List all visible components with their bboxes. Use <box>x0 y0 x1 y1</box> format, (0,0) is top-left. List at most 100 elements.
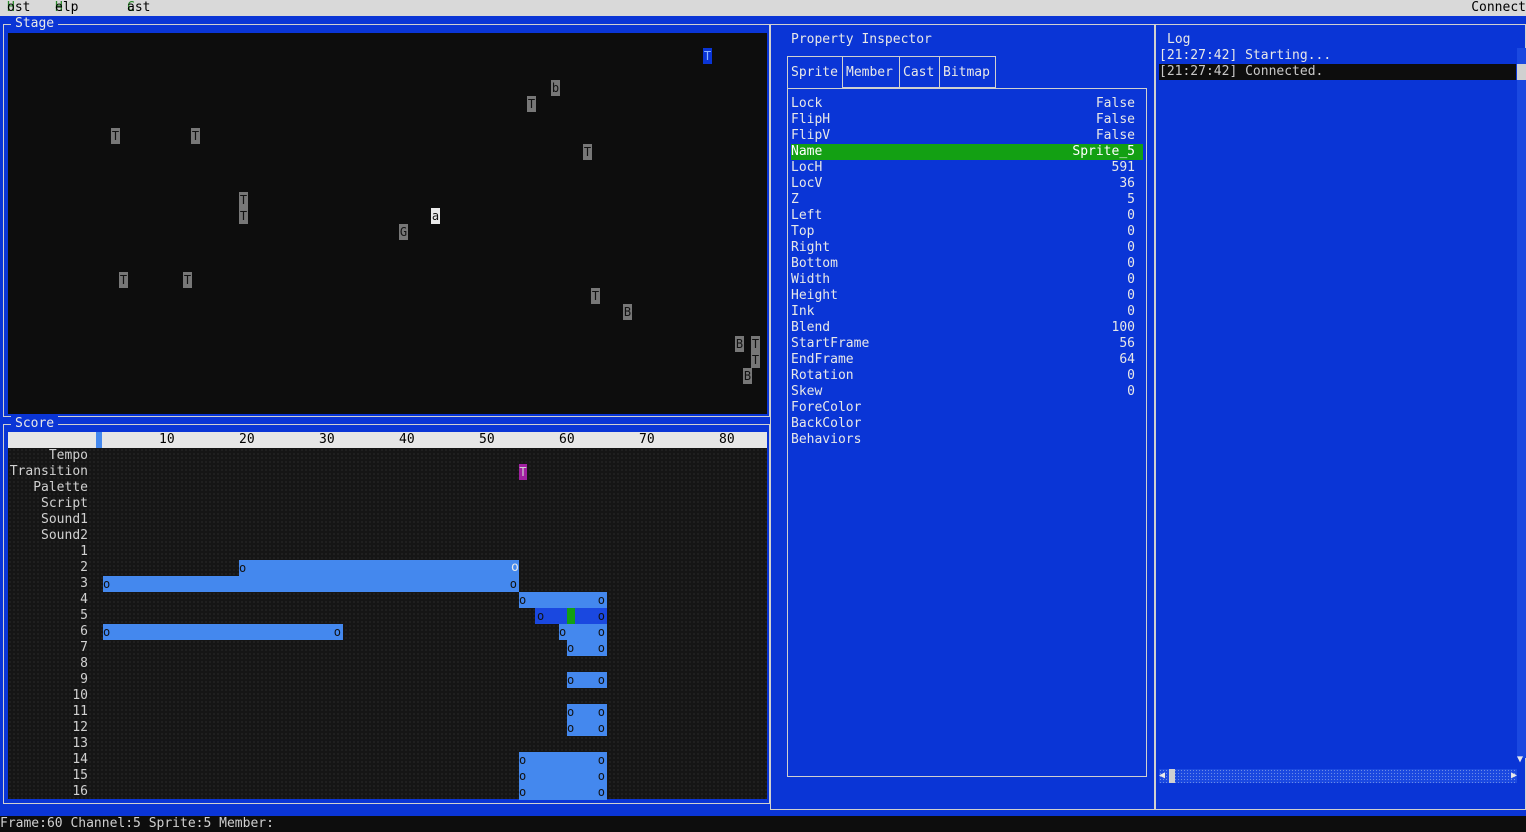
stage-sprite[interactable]: B <box>623 304 632 320</box>
channel-label[interactable]: 14 <box>72 752 88 768</box>
channel-label[interactable]: 12 <box>72 720 88 736</box>
property-row[interactable]: StartFrame 56 <box>791 336 1143 352</box>
stage-sprite[interactable]: T <box>591 288 600 304</box>
stage-canvas[interactable]: T b T T T T T T a G T T T B B T T B <box>8 33 767 414</box>
stage-sprite[interactable]: T <box>191 128 200 144</box>
property-row[interactable]: Blend 100 <box>791 320 1143 336</box>
channel-label[interactable]: 5 <box>80 608 88 624</box>
tab-bitmap[interactable]: Bitmap <box>939 56 996 88</box>
stage-sprite[interactable]: T <box>751 352 760 368</box>
stage-sprite[interactable]: T <box>239 192 248 208</box>
channel-label[interactable]: Transition <box>10 464 88 480</box>
stage-sprite[interactable]: T <box>751 336 760 352</box>
property-row[interactable]: Bottom 0 <box>791 256 1143 272</box>
channel-label[interactable]: Tempo <box>49 448 88 464</box>
scroll-left-icon[interactable]: ◀ <box>1159 769 1165 783</box>
score-grid[interactable] <box>8 432 767 799</box>
stage-sprite[interactable]: T <box>239 208 248 224</box>
sprite-bar-ch9[interactable]: oo <box>567 672 607 688</box>
connect-label[interactable]: Connect <box>1471 0 1526 16</box>
stage-sprite-selected[interactable]: T <box>703 48 712 64</box>
transition-marker[interactable]: T <box>519 464 527 480</box>
scroll-right-icon[interactable]: ▶ <box>1511 769 1517 783</box>
property-row[interactable]: Right 0 <box>791 240 1143 256</box>
property-row[interactable]: Height 0 <box>791 288 1143 304</box>
property-row[interactable]: Rotation 0 <box>791 368 1143 384</box>
property-row[interactable]: Top 0 <box>791 224 1143 240</box>
channel-label[interactable]: 9 <box>80 672 88 688</box>
sprite-bar-ch14[interactable]: oo <box>519 752 607 768</box>
bar-start-marker: o <box>567 705 575 719</box>
channel-label[interactable]: 13 <box>72 736 88 752</box>
tab-cast[interactable]: Cast <box>899 56 940 88</box>
channel-label[interactable]: 6 <box>80 624 88 640</box>
channel-label[interactable]: 8 <box>80 656 88 672</box>
score-title: Score <box>11 416 59 432</box>
property-row[interactable]: FlipV False <box>791 128 1143 144</box>
sprite-bar-ch12[interactable]: oo <box>567 720 607 736</box>
stage-sprite[interactable]: T <box>583 144 592 160</box>
sprite-bar-ch3[interactable]: oo <box>103 576 519 592</box>
channel-label[interactable]: 10 <box>72 688 88 704</box>
property-row[interactable]: ForeColor <box>791 400 1143 416</box>
channel-label[interactable]: Script <box>41 496 88 512</box>
stage-sprite[interactable]: a <box>431 208 440 224</box>
playhead-marker[interactable] <box>96 432 102 448</box>
stage-sprite[interactable]: b <box>551 80 560 96</box>
channel-label[interactable]: Sound2 <box>41 528 88 544</box>
sprite-bar-ch7[interactable]: oo <box>567 640 607 656</box>
channel-label[interactable]: 15 <box>72 768 88 784</box>
channel-label[interactable]: 2 <box>80 560 88 576</box>
log-line-selected[interactable]: [21:27:42] Connected. <box>1159 64 1516 80</box>
property-row[interactable]: LocV 36 <box>791 176 1143 192</box>
sprite-bar-ch11[interactable]: oo <box>567 704 607 720</box>
property-row[interactable]: BackColor <box>791 416 1143 432</box>
channel-label[interactable]: 11 <box>72 704 88 720</box>
property-row[interactable]: Lock False <box>791 96 1143 112</box>
channel-label[interactable]: 16 <box>72 784 88 800</box>
stage-sprite[interactable]: T <box>527 96 536 112</box>
stage-sprite[interactable]: T <box>111 128 120 144</box>
scroll-down-icon[interactable]: ▼ <box>1517 752 1523 768</box>
sprite-bar-ch16[interactable]: oo <box>519 784 607 800</box>
current-frame-cell[interactable] <box>567 608 575 624</box>
sprite-bar-ch4[interactable]: oo <box>519 592 607 608</box>
stage-sprite[interactable]: T <box>119 272 128 288</box>
sprite-bar-ch2[interactable]: o <box>239 560 519 576</box>
property-key: Behaviors <box>791 432 862 447</box>
sprite-bar-ch6[interactable]: oo <box>103 624 343 640</box>
property-row[interactable]: EndFrame 64 <box>791 352 1143 368</box>
tab-member[interactable]: Member <box>842 56 900 88</box>
property-row[interactable]: Width 0 <box>791 272 1143 288</box>
stage-sprite[interactable]: B <box>743 368 752 384</box>
property-row[interactable]: Skew 0 <box>791 384 1143 400</box>
channel-label[interactable]: 7 <box>80 640 88 656</box>
property-row[interactable]: Left 0 <box>791 208 1143 224</box>
property-row[interactable]: FlipH False <box>791 112 1143 128</box>
property-row[interactable]: Ink 0 <box>791 304 1143 320</box>
scrollbar-thumb[interactable] <box>1517 64 1526 80</box>
channel-label[interactable]: Sound1 <box>41 512 88 528</box>
log-horizontal-scrollbar[interactable]: ◀ ▶ <box>1159 769 1517 783</box>
stage-title: Stage <box>11 16 59 32</box>
channel-label[interactable]: 4 <box>80 592 88 608</box>
hscroll-thumb[interactable] <box>1169 769 1175 783</box>
property-row[interactable]: Z5 <box>791 192 1143 208</box>
bar-start-marker: o <box>519 753 527 767</box>
log-vertical-scrollbar[interactable] <box>1517 48 1526 758</box>
ruler-tick: 60 <box>559 432 575 447</box>
channel-label[interactable]: 3 <box>80 576 88 592</box>
tab-sprite[interactable]: Sprite <box>787 56 843 88</box>
channel-label[interactable]: 1 <box>80 544 88 560</box>
stage-sprite[interactable]: G <box>399 224 408 240</box>
bar-start-marker: o <box>103 625 111 639</box>
channel-label[interactable]: Palette <box>33 480 88 496</box>
sprite-bar-ch15[interactable]: oo <box>519 768 607 784</box>
property-row[interactable]: LocH 591 <box>791 160 1143 176</box>
property-row-selected[interactable]: Name Sprite_5 <box>791 144 1143 160</box>
stage-sprite[interactable]: T <box>183 272 192 288</box>
sprite-bar-ch6b[interactable]: oo <box>559 624 607 640</box>
frame-ruler[interactable]: 10 20 30 40 50 60 70 80 <box>8 432 767 448</box>
stage-sprite[interactable]: B <box>735 336 744 352</box>
property-row[interactable]: Behaviors <box>791 432 1143 448</box>
